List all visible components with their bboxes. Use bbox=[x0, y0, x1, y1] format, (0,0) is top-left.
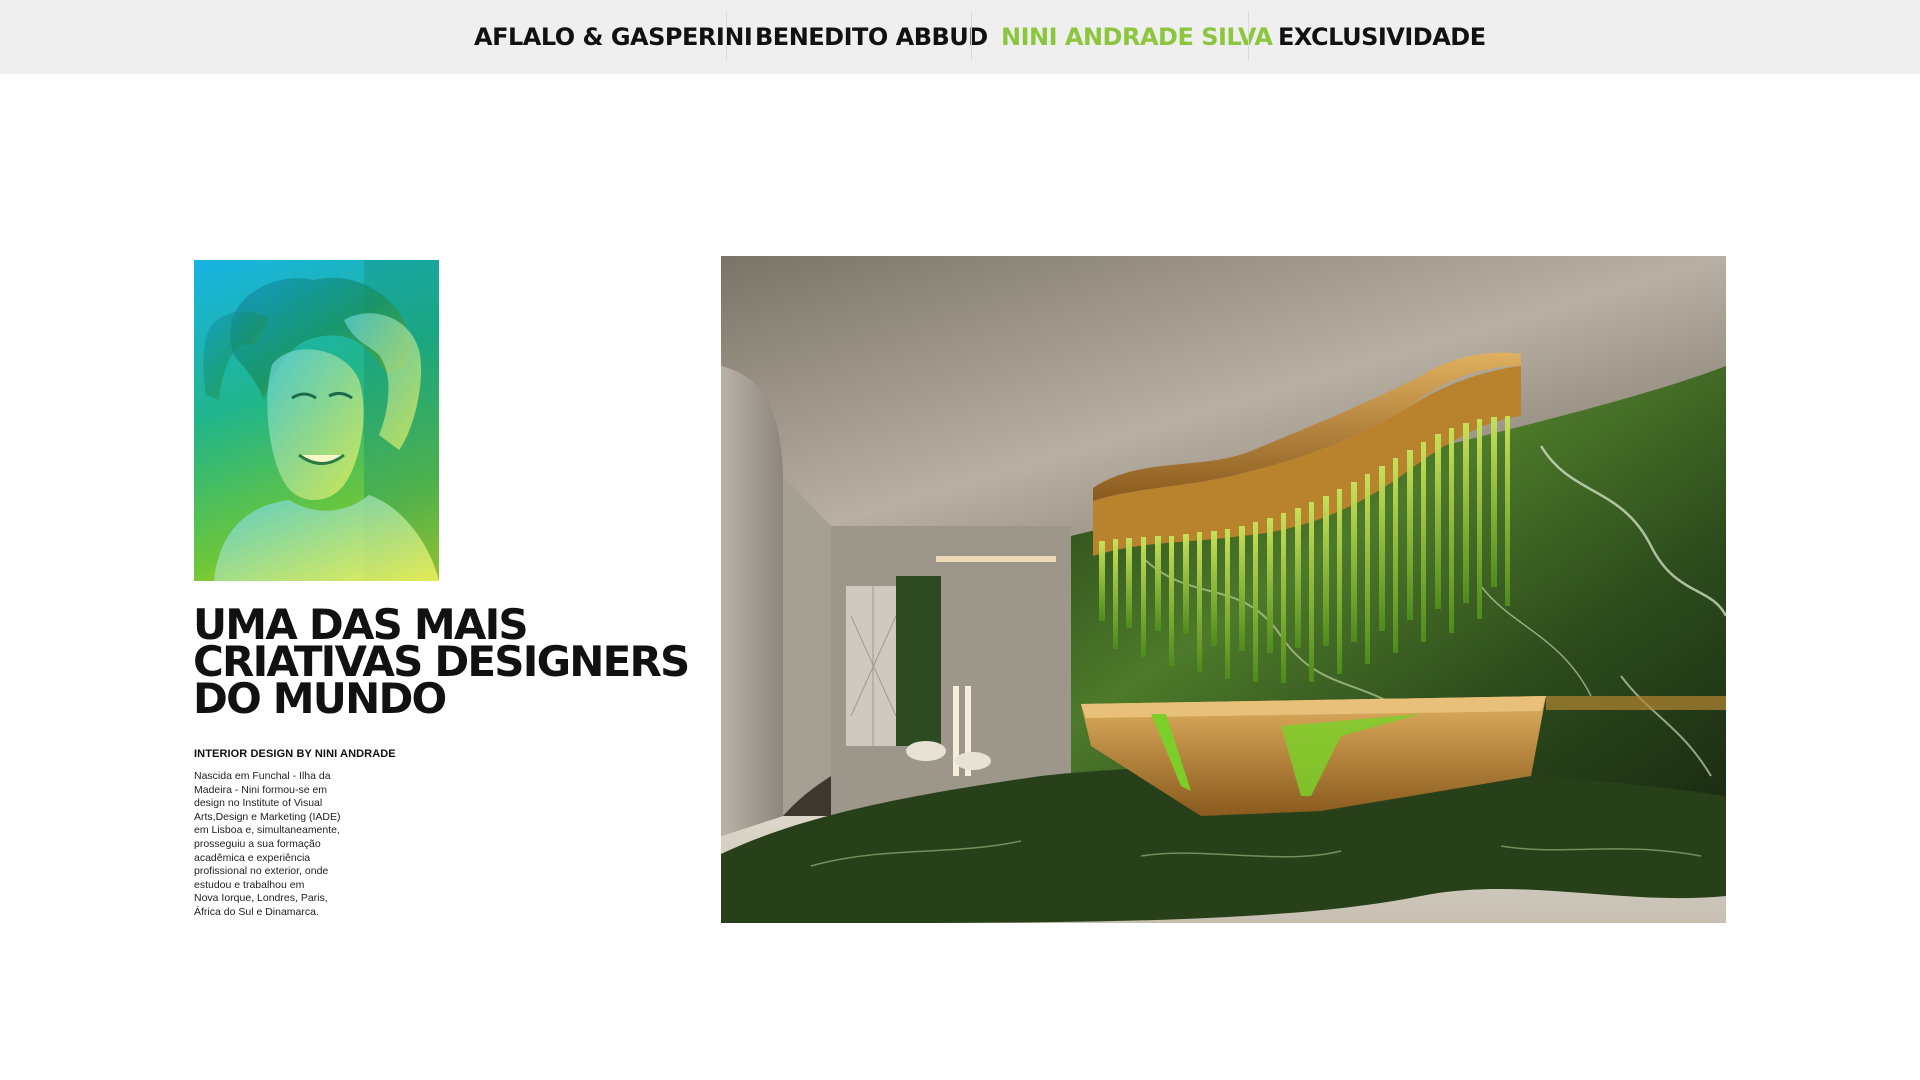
page-headline: UMA DAS MAIS CRIATIVAS DESIGNERS DO MUND… bbox=[193, 600, 690, 723]
nav-item-benedito-abbud[interactable]: BENEDITO ABBUD bbox=[755, 0, 988, 74]
portrait-illustration bbox=[203, 260, 439, 581]
designer-credit: INTERIOR DESIGN BY NINI ANDRADE bbox=[194, 748, 396, 760]
nav-divider bbox=[1248, 12, 1249, 60]
nav-item-nini-andrade-silva[interactable]: NINI ANDRADE SILVA bbox=[1001, 0, 1273, 74]
designer-portrait bbox=[194, 260, 439, 581]
nav-divider bbox=[726, 12, 727, 60]
nav-item-exclusividade[interactable]: EXCLUSIVIDADE bbox=[1278, 0, 1486, 74]
top-navigation: AFLALO & GASPERINI BENEDITO ABBUD NINI A… bbox=[0, 0, 1920, 74]
lobby-illustration bbox=[721, 256, 1726, 923]
nav-item-aflalo-gasperini[interactable]: AFLALO & GASPERINI bbox=[474, 0, 753, 74]
designer-bio: Nascida em Funchal - Ilha da Madeira - N… bbox=[194, 770, 341, 918]
lobby-rendering-image bbox=[721, 256, 1726, 923]
nav-divider bbox=[971, 12, 972, 60]
